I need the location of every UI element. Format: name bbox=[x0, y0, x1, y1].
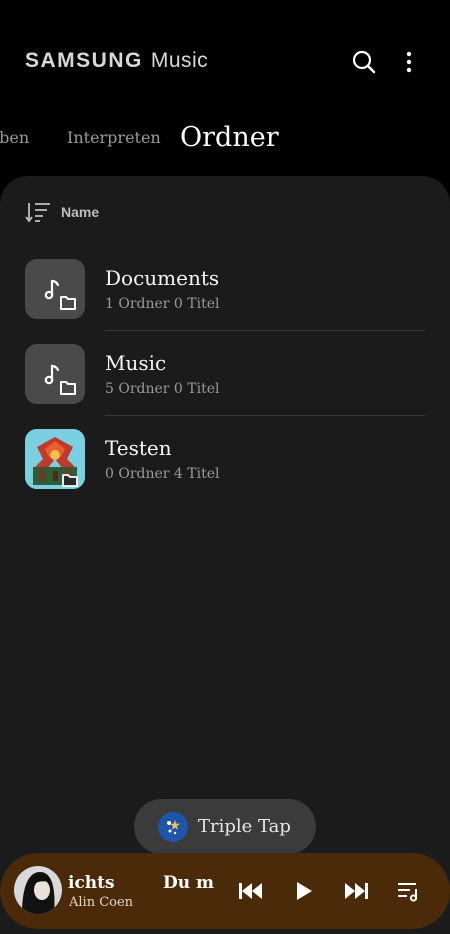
app-header: SAMSUNG Music bbox=[0, 0, 450, 120]
folder-thumbnail bbox=[25, 344, 85, 404]
folder-item-documents[interactable]: Documents 1 Ordner 0 Titel bbox=[0, 246, 450, 331]
toast-label: Triple Tap bbox=[198, 816, 291, 837]
queue-button[interactable] bbox=[390, 873, 426, 909]
more-vertical-icon bbox=[406, 51, 412, 73]
mini-player[interactable]: ichts Du m Alin Coen bbox=[0, 853, 450, 929]
play-button[interactable] bbox=[286, 873, 322, 909]
previous-button[interactable] bbox=[233, 873, 269, 909]
app-name: Music bbox=[150, 49, 209, 72]
now-playing-title-next: Du m bbox=[163, 873, 215, 893]
category-tabs: lben Interpreten Ordner bbox=[0, 120, 450, 160]
sort-icon bbox=[25, 203, 50, 223]
music-folder-icon bbox=[44, 364, 76, 395]
now-playing-artist: Alin Coen bbox=[69, 895, 134, 910]
album-art-image bbox=[25, 429, 85, 489]
folder-title: Documents bbox=[105, 266, 220, 290]
search-button[interactable] bbox=[346, 44, 382, 80]
folder-subtitle: 1 Ordner 0 Titel bbox=[105, 296, 220, 312]
now-playing-title: ichts bbox=[68, 873, 115, 893]
folder-subtitle: 0 Ordner 4 Titel bbox=[105, 466, 220, 482]
folder-title: Testen bbox=[105, 436, 172, 460]
tab-folders[interactable]: Ordner bbox=[180, 122, 279, 153]
tab-albums[interactable]: lben bbox=[0, 128, 29, 147]
next-button[interactable] bbox=[338, 873, 374, 909]
more-options-button[interactable] bbox=[391, 44, 427, 80]
accessibility-icon bbox=[158, 811, 188, 842]
tab-artists[interactable]: Interpreten bbox=[67, 128, 161, 147]
queue-icon bbox=[398, 883, 418, 902]
music-folder-icon bbox=[44, 279, 76, 310]
brand-name: SAMSUNG bbox=[25, 49, 143, 72]
sort-button[interactable]: Name bbox=[25, 200, 99, 224]
triple-tap-toast[interactable]: Triple Tap bbox=[134, 799, 316, 854]
folder-title: Music bbox=[105, 351, 167, 375]
app-title: SAMSUNG Music bbox=[25, 48, 208, 73]
search-icon bbox=[352, 50, 376, 74]
folder-item-testen[interactable]: Testen 0 Ordner 4 Titel bbox=[0, 416, 450, 501]
play-icon bbox=[297, 882, 312, 900]
sort-label: Name bbox=[61, 204, 100, 220]
previous-icon bbox=[239, 883, 262, 899]
folder-subtitle: 5 Ordner 0 Titel bbox=[105, 381, 220, 397]
album-art-thumbnail bbox=[25, 429, 85, 489]
folder-item-music[interactable]: Music 5 Ordner 0 Titel bbox=[0, 331, 450, 416]
now-playing-artwork bbox=[14, 866, 62, 914]
next-icon bbox=[345, 883, 368, 899]
folder-thumbnail bbox=[25, 259, 85, 319]
